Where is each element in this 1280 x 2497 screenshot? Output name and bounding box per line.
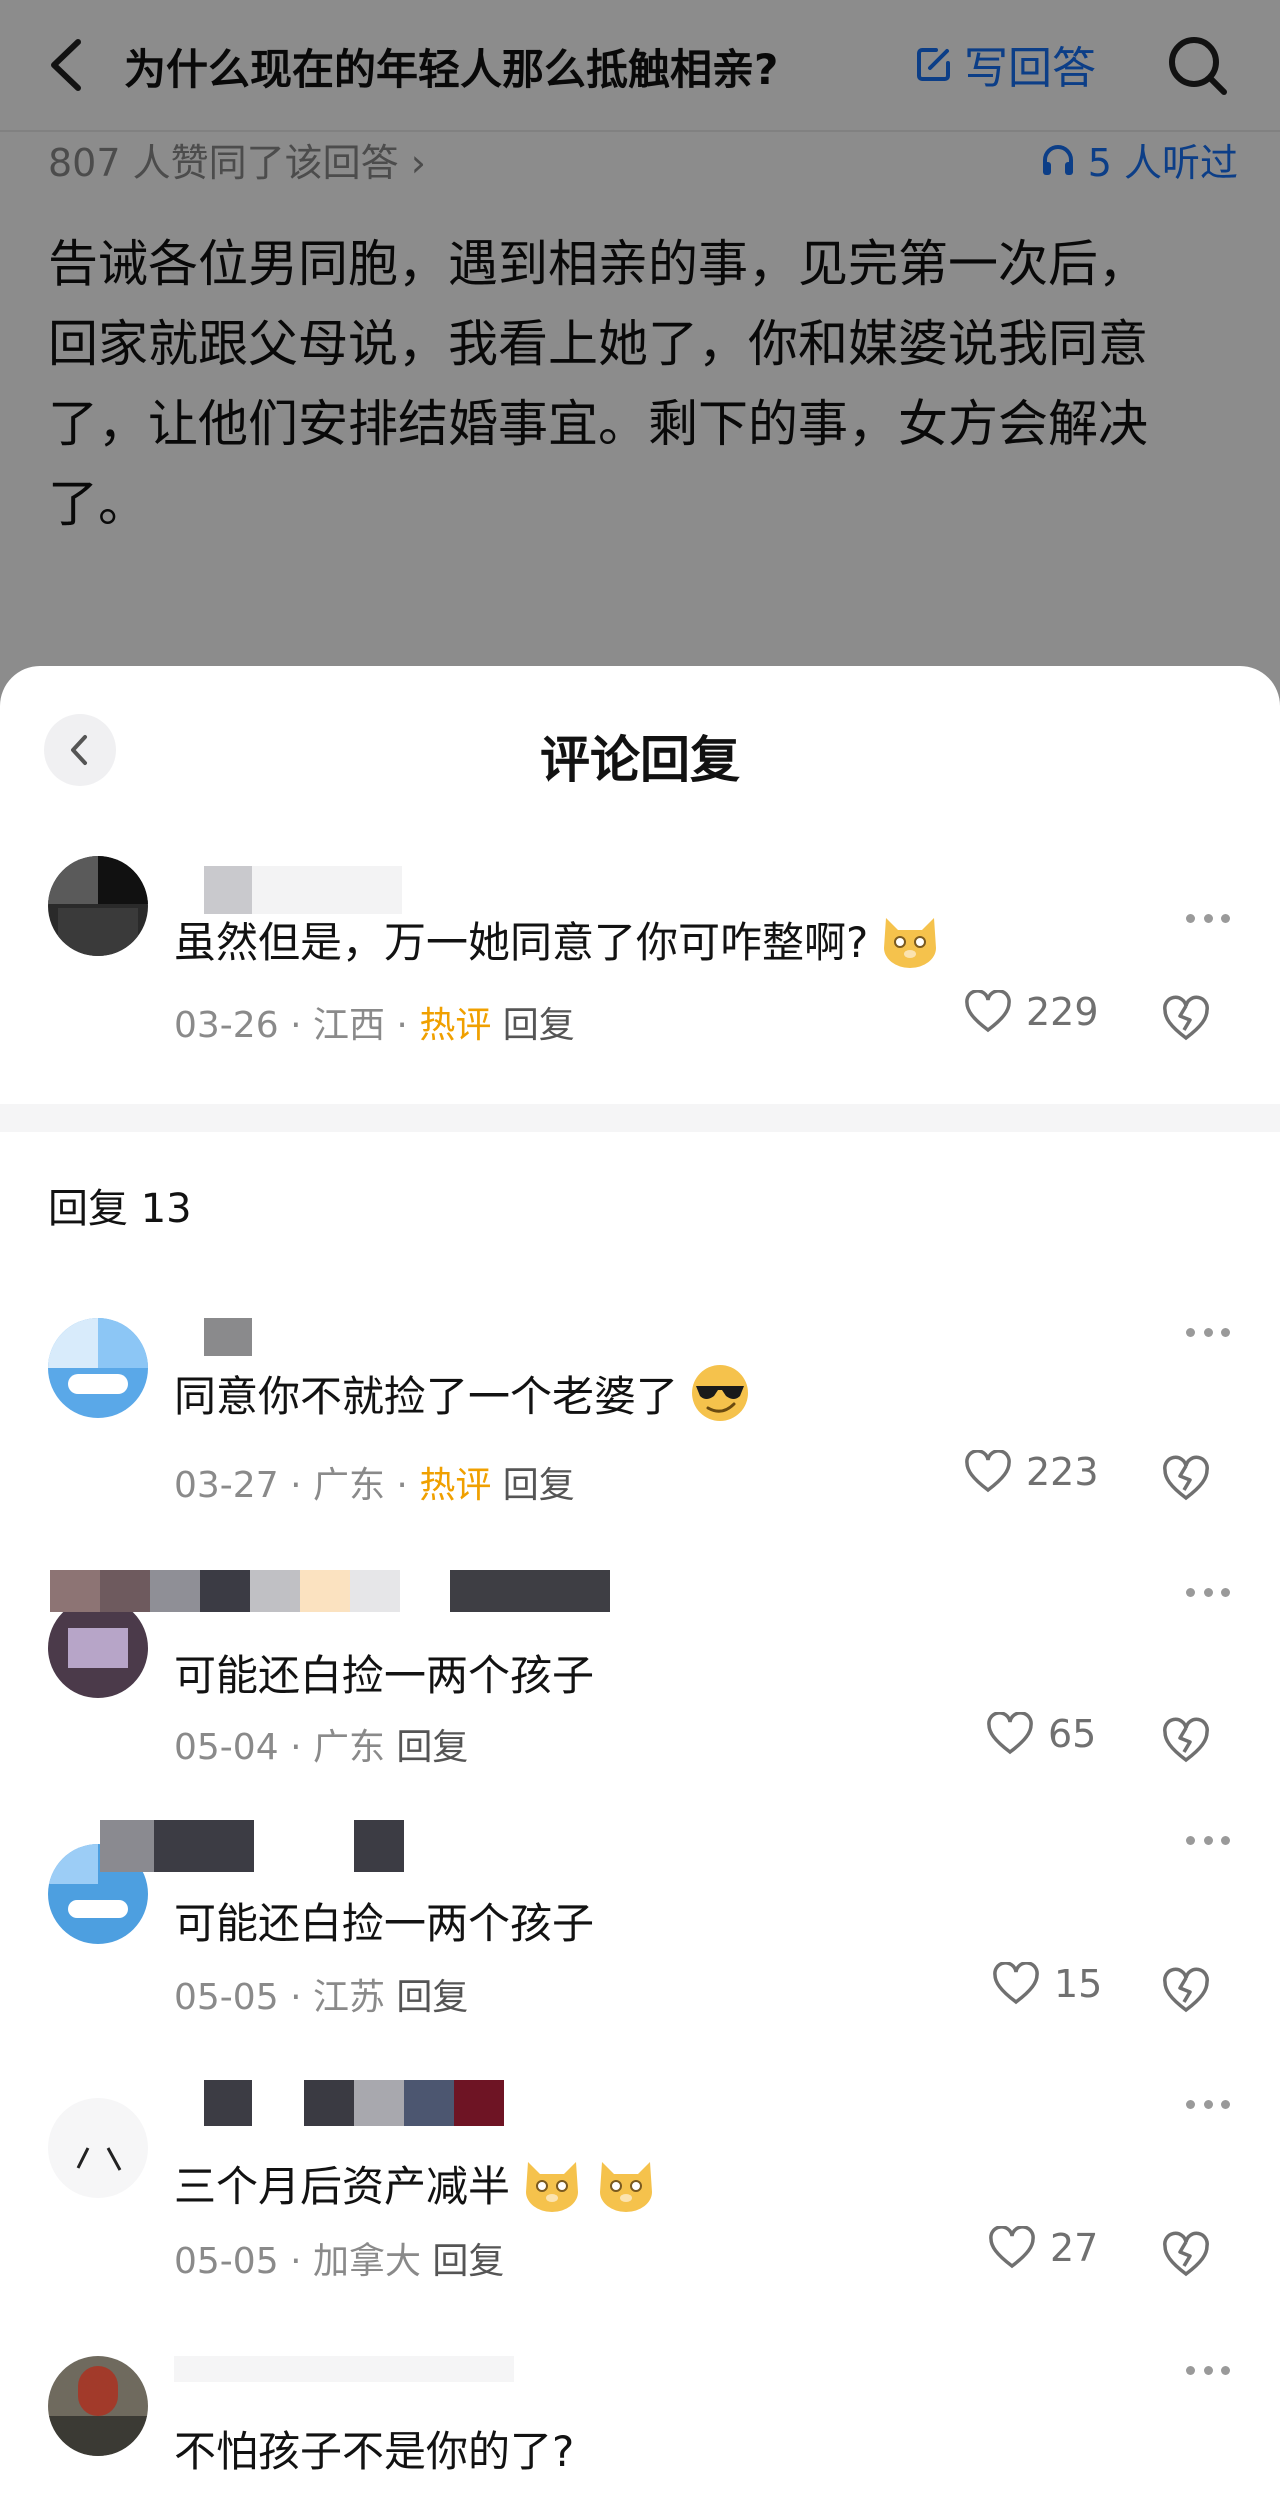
comment-date: 05-05 xyxy=(174,2241,279,2282)
username-blurred[interactable] xyxy=(100,1820,404,1872)
reply-button[interactable]: 回复 xyxy=(396,1727,468,1768)
comment-text-content: 同意你不就捡了一个老婆了 xyxy=(174,1371,679,1421)
main-comment: 虽然但是，万一她同意了你可咋整啊? 03-26 · 江西 · 热评 回复 229 xyxy=(0,856,1280,1046)
like-button[interactable]: 27 xyxy=(988,2226,1098,2270)
username-blurred[interactable] xyxy=(204,2080,504,2126)
like-count: 27 xyxy=(1050,2226,1099,2270)
cat-emoji xyxy=(884,918,937,968)
sheet-title: 评论回复 xyxy=(540,731,740,789)
username-blurred[interactable] xyxy=(50,1570,610,1612)
heart-icon xyxy=(965,990,1011,1033)
like-count: 229 xyxy=(1026,990,1099,1034)
more-icon[interactable] xyxy=(1186,1588,1230,1600)
separator: · xyxy=(396,1005,420,1046)
heart-icon xyxy=(987,1712,1033,1755)
heart-icon xyxy=(993,1962,1039,2005)
separator: · xyxy=(290,1977,313,2018)
username-blurred[interactable] xyxy=(204,866,402,914)
more-icon[interactable] xyxy=(1186,1836,1230,1848)
comment-text: 可能还白捡一两个孩子 xyxy=(174,1642,594,1703)
separator: · xyxy=(290,2241,313,2282)
section-divider xyxy=(0,1104,1280,1132)
separator: · xyxy=(290,1727,313,1768)
dislike-icon[interactable] xyxy=(1160,2228,1212,2280)
comment-location: 江苏 xyxy=(312,1977,385,2018)
avatar[interactable] xyxy=(48,2098,148,2198)
comment-text-content: 可能还白捡一两个孩子 xyxy=(174,1651,595,1700)
comment-meta: 05-05 · 江苏 回复 xyxy=(174,1968,468,2020)
comment-text-content: 不怕孩子不是你的了? xyxy=(174,2427,575,2476)
comment-location: 广东 xyxy=(312,1727,385,1768)
reply-item: 可能还白捡一两个孩子 05-04 · 广东 回复 65 xyxy=(0,1568,1280,1768)
like-button[interactable]: 229 xyxy=(964,990,1099,1034)
comment-meta: 05-04 · 广东 回复 xyxy=(174,1718,468,1770)
comment-text: 不怕孩子不是你的了? xyxy=(174,2418,574,2479)
reply-button[interactable]: 回复 xyxy=(432,2241,504,2282)
comment-text-content: 可能还白捡一两个孩子 xyxy=(174,1899,595,1948)
dislike-icon[interactable] xyxy=(1160,1964,1212,2016)
reply-item: 三个月后资产减半 05-05 · 加拿大 回复 27 xyxy=(0,2080,1280,2282)
cat-emoji xyxy=(526,2162,579,2212)
username-blurred[interactable] xyxy=(174,2356,514,2382)
avatar[interactable] xyxy=(48,1598,148,1698)
comment-date: 05-05 xyxy=(174,1977,279,2018)
heart-icon xyxy=(989,2226,1035,2269)
article-view: 为什么现在的年轻人那么抵触相亲? 写回答 807 人赞同了该回答 › 5 人听过… xyxy=(0,0,1280,720)
like-count: 223 xyxy=(1026,1450,1099,1494)
dislike-icon[interactable] xyxy=(1160,992,1212,1044)
comment-text: 虽然但是，万一她同意了你可咋整啊? xyxy=(174,908,942,970)
comment-location: 江西 xyxy=(312,1005,385,1046)
like-button[interactable]: 15 xyxy=(992,1962,1102,2006)
more-icon[interactable] xyxy=(1186,2100,1230,2112)
avatar[interactable] xyxy=(48,2356,148,2456)
separator: · xyxy=(290,1465,313,1506)
comment-text: 可能还白捡一两个孩子 xyxy=(174,1890,594,1951)
reply-button[interactable]: 回复 xyxy=(503,1465,575,1506)
cat-emoji xyxy=(600,2162,653,2212)
reply-button[interactable]: 回复 xyxy=(503,1005,575,1046)
hot-comment-badge: 热评 xyxy=(419,1465,492,1506)
like-count: 65 xyxy=(1048,1712,1097,1756)
heart-icon xyxy=(965,1450,1011,1493)
reply-item: 同意你不就捡了一个老婆了 03-27 · 广东 · 热评 回复 223 xyxy=(0,1318,1280,1518)
reply-button[interactable]: 回复 xyxy=(396,1977,468,2018)
comment-location: 加拿大 xyxy=(312,2241,421,2282)
dislike-icon[interactable] xyxy=(1160,1452,1212,1504)
separator: · xyxy=(396,1465,420,1506)
more-icon[interactable] xyxy=(1186,2366,1230,2378)
username-blurred[interactable] xyxy=(204,1318,252,1356)
comment-text: 三个月后资产减半 xyxy=(174,2152,658,2214)
separator: · xyxy=(290,1005,313,1046)
more-icon[interactable] xyxy=(1186,914,1230,926)
avatar[interactable] xyxy=(48,856,148,956)
comment-meta: 03-27 · 广东 · 热评 回复 xyxy=(174,1456,575,1508)
comment-date: 05-04 xyxy=(174,1727,279,1768)
dislike-icon[interactable] xyxy=(1160,1714,1212,1766)
like-button[interactable]: 223 xyxy=(964,1450,1099,1494)
like-button[interactable]: 65 xyxy=(986,1712,1096,1756)
dim-overlay[interactable] xyxy=(0,0,1280,720)
avatar-drawing xyxy=(76,2147,122,2171)
comment-meta: 05-05 · 加拿大 回复 xyxy=(174,2232,504,2284)
more-icon[interactable] xyxy=(1186,1328,1230,1340)
avatar[interactable] xyxy=(48,1318,148,1418)
hot-comment-badge: 热评 xyxy=(419,1005,492,1046)
comment-date: 03-26 xyxy=(174,1005,279,1046)
comment-text-content: 三个月后资产减半 xyxy=(174,2161,511,2211)
like-count: 15 xyxy=(1054,1962,1103,2006)
reply-count: 回复 13 xyxy=(48,1186,192,1232)
comment-meta: 03-26 · 江西 · 热评 回复 xyxy=(174,996,575,1048)
comment-text: 同意你不就捡了一个老婆了 xyxy=(174,1362,752,1424)
comment-location: 广东 xyxy=(312,1465,385,1506)
reply-item: 可能还白捡一两个孩子 05-05 · 江苏 回复 15 xyxy=(0,1820,1280,2020)
comment-text-content: 虽然但是，万一她同意了你可咋整啊? xyxy=(174,917,869,967)
comment-date: 03-27 xyxy=(174,1465,279,1506)
sunglasses-emoji xyxy=(692,1365,749,1421)
comment-reply-sheet: 评论回复 虽然但是，万一她同意了你可咋整啊? 03-26 · 江西 · 热评 回… xyxy=(0,666,1280,2497)
reply-item: 不怕孩子不是你的了? xyxy=(0,2356,1280,2497)
